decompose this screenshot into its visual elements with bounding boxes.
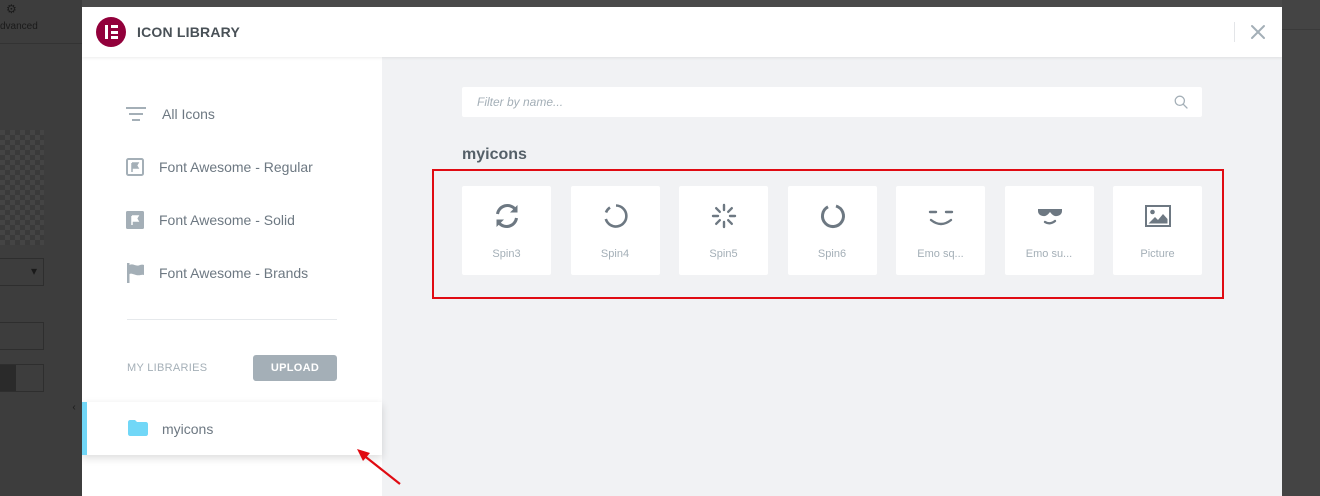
search-icon — [1174, 95, 1188, 109]
icon-tile-spin5[interactable]: Spin5 — [679, 186, 768, 275]
library-item-label: myicons — [162, 421, 214, 437]
picture-icon — [1144, 202, 1172, 230]
gear-icon: ⚙ — [6, 2, 17, 16]
sidebar-item-label: Font Awesome - Solid — [159, 212, 295, 228]
sidebar-item-label: All Icons — [162, 106, 215, 122]
spin5-icon — [710, 202, 738, 230]
filter-lines-icon — [126, 104, 148, 124]
collapse-handle-icon: ‹ — [72, 402, 76, 413]
sidebar-item-font-awesome-solid[interactable]: Font Awesome - Solid — [126, 205, 295, 235]
preview-background — [1282, 0, 1320, 496]
section-title: myicons — [462, 146, 527, 163]
editor-button-group — [0, 322, 44, 350]
close-icon — [1251, 25, 1265, 39]
flag-brands-icon — [126, 263, 148, 283]
spin3-icon — [493, 202, 521, 230]
icon-tile-emo-sunglasses[interactable]: Emo su... — [1004, 186, 1094, 275]
editor-align-group — [0, 364, 44, 392]
folder-icon — [128, 420, 148, 436]
advanced-tab: ⚙ dvanced — [0, 0, 82, 44]
icon-tile-emo-squint[interactable]: Emo sq... — [896, 186, 985, 275]
icon-tile-label: Emo sq... — [917, 248, 964, 260]
flag-solid-icon — [126, 210, 148, 230]
sidebar-item-label: Font Awesome - Brands — [159, 265, 309, 281]
library-sidebar: All Icons Font Awesome - Regular Font Aw… — [82, 57, 382, 496]
icon-tile-label: Spin6 — [817, 248, 847, 260]
spin4-icon — [602, 202, 630, 230]
icon-search — [462, 87, 1202, 117]
icon-tile-label: Picture — [1140, 248, 1175, 260]
icon-tile-spin6[interactable]: Spin6 — [787, 186, 877, 275]
search-input[interactable] — [462, 87, 1162, 117]
editor-select — [0, 258, 44, 286]
icon-tile-spin3[interactable]: Spin3 — [462, 186, 551, 275]
image-placeholder — [0, 130, 44, 245]
flag-regular-icon — [126, 157, 148, 177]
icon-tile-spin4[interactable]: Spin4 — [570, 186, 660, 275]
elementor-logo-icon — [96, 17, 126, 47]
library-item-myicons[interactable]: myicons — [82, 402, 382, 455]
icon-tile-label: Emo su... — [1025, 248, 1073, 260]
sidebar-divider — [127, 319, 337, 320]
icon-tile-label: Spin4 — [600, 248, 630, 260]
sidebar-item-label: Font Awesome - Regular — [159, 159, 313, 175]
sidebar-item-font-awesome-brands[interactable]: Font Awesome - Brands — [126, 258, 308, 288]
emo-sunglasses-icon — [1036, 202, 1064, 230]
editor-panel-background: ⚙ dvanced ‹ — [0, 0, 82, 496]
header-divider — [1234, 22, 1235, 42]
my-libraries-label: MY LIBRARIES — [127, 362, 208, 374]
emo-squint-icon — [927, 202, 955, 230]
modal-header: ICON LIBRARY — [82, 7, 1282, 57]
close-button[interactable] — [1246, 20, 1270, 44]
sidebar-item-font-awesome-regular[interactable]: Font Awesome - Regular — [126, 152, 313, 182]
sidebar-item-all-icons[interactable]: All Icons — [126, 99, 215, 129]
icon-library-modal: ICON LIBRARY All Icons Font Awesome - Re… — [82, 7, 1282, 496]
spin6-icon — [819, 202, 847, 230]
icon-tile-picture[interactable]: Picture — [1113, 186, 1202, 275]
icon-tile-label: Spin3 — [492, 248, 521, 260]
upload-button[interactable]: UPLOAD — [253, 355, 337, 381]
icon-grid: Spin3 Spin4 Spin5 Spin6 Emo sq... Emo su… — [462, 186, 1202, 275]
icon-tile-label: Spin5 — [709, 248, 738, 260]
modal-title: ICON LIBRARY — [137, 24, 240, 40]
advanced-tab-label: dvanced — [0, 21, 38, 32]
